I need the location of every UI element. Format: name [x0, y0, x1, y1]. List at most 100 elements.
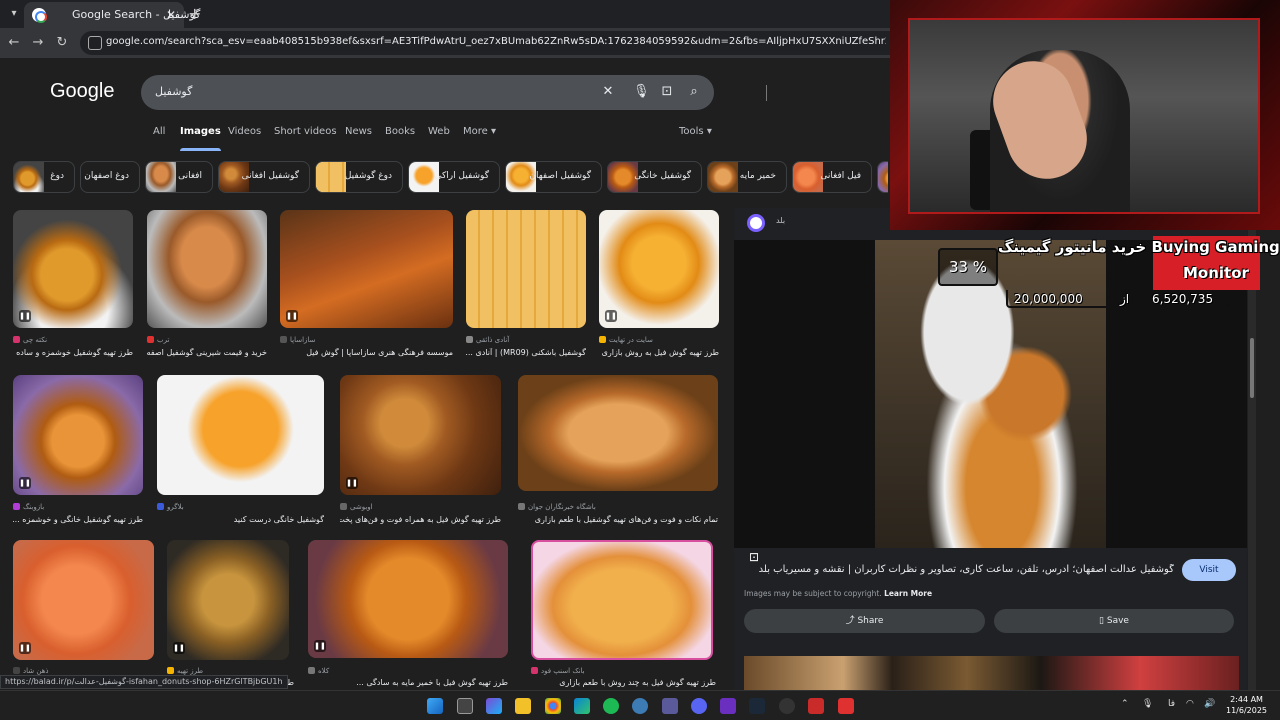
telegram-icon[interactable]: [632, 698, 648, 714]
system-clock[interactable]: 2:44 AM 11/6/2025: [1226, 694, 1267, 716]
tray-chevron-icon[interactable]: ⌃: [1121, 699, 1129, 709]
chip-item[interactable]: گوشفیل اصفهان: [505, 161, 602, 193]
result-caption[interactable]: طرز تهیه گوش فیل به همراه فوت و فن‌های پ…: [340, 515, 501, 524]
result-source[interactable]: سایت در تهایت: [599, 336, 653, 344]
start-windows-icon[interactable]: [427, 698, 443, 714]
preview-source[interactable]: بلد: [776, 216, 785, 225]
address-bar[interactable]: google.com/search?sca_esv=eaab408515b938…: [80, 31, 890, 55]
tray-mic-icon[interactable]: 🎙: [1142, 699, 1153, 709]
tab-search-dropdown-icon[interactable]: ▾: [6, 6, 22, 22]
result-source[interactable]: ترب: [147, 336, 169, 344]
result-source[interactable]: اوبوشی: [340, 503, 373, 511]
scrollbar-thumb[interactable]: [1250, 338, 1254, 398]
filter-short-videos[interactable]: Short videos: [274, 126, 337, 137]
image-result[interactable]: ❚❚ طرز تهیه: [167, 540, 289, 680]
steam-icon[interactable]: [749, 698, 765, 714]
share-button[interactable]: ⤴ Share: [744, 609, 985, 633]
image-result[interactable]: باشگاه خبرنگاران جوان تمام نکات و فوت و …: [518, 375, 718, 525]
save-button[interactable]: ▯ Save: [994, 609, 1234, 633]
chip-item[interactable]: گوشفیل افغانی: [218, 161, 310, 193]
wifi-icon[interactable]: ◠: [1186, 699, 1194, 709]
chip-item[interactable]: دوغ: [13, 161, 75, 193]
result-caption[interactable]: طرز تهیه گوشفیل خانگی و خوشمزه ...: [13, 515, 143, 524]
url-text[interactable]: google.com/search?sca_esv=eaab408515b938…: [106, 36, 886, 47]
rider-icon[interactable]: [720, 698, 736, 714]
result-image[interactable]: [147, 210, 267, 328]
new-tab-button[interactable]: +: [188, 4, 201, 23]
result-caption[interactable]: گوشفیل باشکنی (MR09) | آنادی ...: [466, 348, 586, 357]
tab-google-search[interactable]: Google Search - گوشفیل ✕: [24, 2, 200, 28]
m365-icon[interactable]: [486, 698, 502, 714]
forward-icon[interactable]: →: [29, 34, 47, 52]
tools-button[interactable]: Tools ▾: [679, 126, 712, 137]
search-query[interactable]: گوشفیل: [155, 85, 192, 98]
filter-news[interactable]: News: [345, 126, 372, 137]
related-images-strip[interactable]: [744, 656, 1239, 690]
result-caption[interactable]: موسسه فرهنگی هنری سازاساپا | گوش فیل: [280, 348, 453, 357]
result-source[interactable]: باشگاه خبرنگاران جوان: [518, 503, 596, 511]
result-caption[interactable]: طرز تهیه گوش فیل به روش بازاری ...: [599, 348, 719, 357]
lens-icon[interactable]: ⊡: [659, 84, 675, 100]
result-caption[interactable]: گوشفیل خانگی درست کنید: [157, 515, 324, 524]
image-result[interactable]: بانک اسنپ فود: [531, 540, 713, 680]
result-caption[interactable]: تمام نکات و فوت و فن‌های تهیه گوشفیل با …: [518, 515, 718, 524]
result-caption[interactable]: خرید و قیمت شیرینی گوشفیل اصفه...: [147, 348, 267, 357]
result-caption[interactable]: طرز تهیه گوش فیل با خمیر مایه به سادگی .…: [308, 678, 508, 687]
preview-title[interactable]: گوشفیل عدالت اصفهان؛ آدرس، تلفن، ساعت کا…: [744, 564, 1174, 575]
google-logo[interactable]: Google: [50, 80, 115, 103]
filter-videos[interactable]: Videos: [228, 126, 261, 137]
chip-item[interactable]: افغانی: [145, 161, 213, 193]
result-image[interactable]: [531, 540, 713, 660]
obs-icon[interactable]: [779, 698, 795, 714]
language-indicator[interactable]: فا: [1168, 699, 1175, 709]
spotify-icon[interactable]: [603, 698, 619, 714]
result-image[interactable]: ❚❚: [599, 210, 719, 328]
result-source[interactable]: طرز تهیه: [167, 667, 203, 675]
result-source[interactable]: بانک اسنپ فود: [531, 667, 585, 675]
visit-button[interactable]: Visit: [1182, 559, 1236, 581]
filter-web[interactable]: Web: [428, 126, 450, 137]
result-image[interactable]: ❚❚: [13, 210, 133, 328]
shield-icon[interactable]: [838, 698, 854, 714]
image-result[interactable]: ❚❚ کلاه: [308, 540, 508, 680]
discord-icon[interactable]: [691, 698, 707, 714]
result-source[interactable]: نکته چی: [13, 336, 47, 344]
chip-item[interactable]: دوغ اصفهان: [80, 161, 140, 193]
result-caption[interactable]: طرز تهیه گوشفیل خوشمزه و ساده ...: [13, 348, 133, 357]
app-x-icon[interactable]: [808, 698, 824, 714]
task-view-icon[interactable]: [457, 698, 473, 714]
image-result[interactable]: ترب خرید و قیمت شیرینی گوشفیل اصفه...: [147, 210, 267, 360]
site-info-icon[interactable]: [88, 36, 102, 50]
result-image[interactable]: ❚❚: [167, 540, 289, 660]
chip-item[interactable]: [877, 161, 888, 193]
back-icon[interactable]: ←: [5, 34, 23, 52]
image-result[interactable]: ❚❚ بازوبنگ طرز تهیه گوشفیل خانگی و خوشمز…: [13, 375, 143, 525]
search-box[interactable]: گوشفیل ✕ 🎙 ⊡ ⌕: [141, 75, 767, 110]
result-source[interactable]: سازاساپا: [280, 336, 315, 344]
result-image[interactable]: ❚❚: [13, 375, 143, 495]
learn-more-link[interactable]: Learn More: [884, 589, 932, 598]
result-image[interactable]: ❚❚: [280, 210, 453, 328]
image-result[interactable]: ❚❚ نکته چی طرز تهیه گوشفیل خوشمزه و ساده…: [13, 210, 133, 360]
lens-search-icon[interactable]: ⊡: [749, 550, 759, 564]
filter-all[interactable]: All: [153, 126, 165, 137]
filter-images[interactable]: Images: [180, 126, 221, 151]
result-image[interactable]: ❚❚: [308, 540, 508, 658]
tab-close-icon[interactable]: ✕: [166, 2, 176, 28]
filter-books[interactable]: Books: [385, 126, 415, 137]
image-result[interactable]: ❚❚ سایت در تهایت طرز تهیه گوش فیل به روش…: [599, 210, 719, 360]
chip-item[interactable]: فیل افغانی: [792, 161, 872, 193]
image-result[interactable]: بلاگرو گوشفیل خانگی درست کنید: [157, 375, 324, 525]
volume-icon[interactable]: 🔊: [1204, 699, 1215, 709]
image-result[interactable]: آنادی ذائقی گوشفیل باشکنی (MR09) | آنادی…: [466, 210, 586, 360]
result-image[interactable]: [518, 375, 718, 491]
result-caption[interactable]: طرز تهیه گوش فیل به چند روش با طعم بازار…: [531, 678, 716, 687]
image-result[interactable]: ❚❚ ذهن شاد: [13, 540, 154, 680]
chip-item[interactable]: دوغ گوشفیل: [315, 161, 403, 193]
result-image[interactable]: ❚❚: [13, 540, 154, 660]
result-image[interactable]: ❚❚: [340, 375, 501, 495]
mic-icon[interactable]: 🎙: [633, 84, 650, 100]
file-explorer-icon[interactable]: [515, 698, 531, 714]
result-image[interactable]: [466, 210, 586, 328]
chrome-icon[interactable]: [545, 698, 561, 714]
